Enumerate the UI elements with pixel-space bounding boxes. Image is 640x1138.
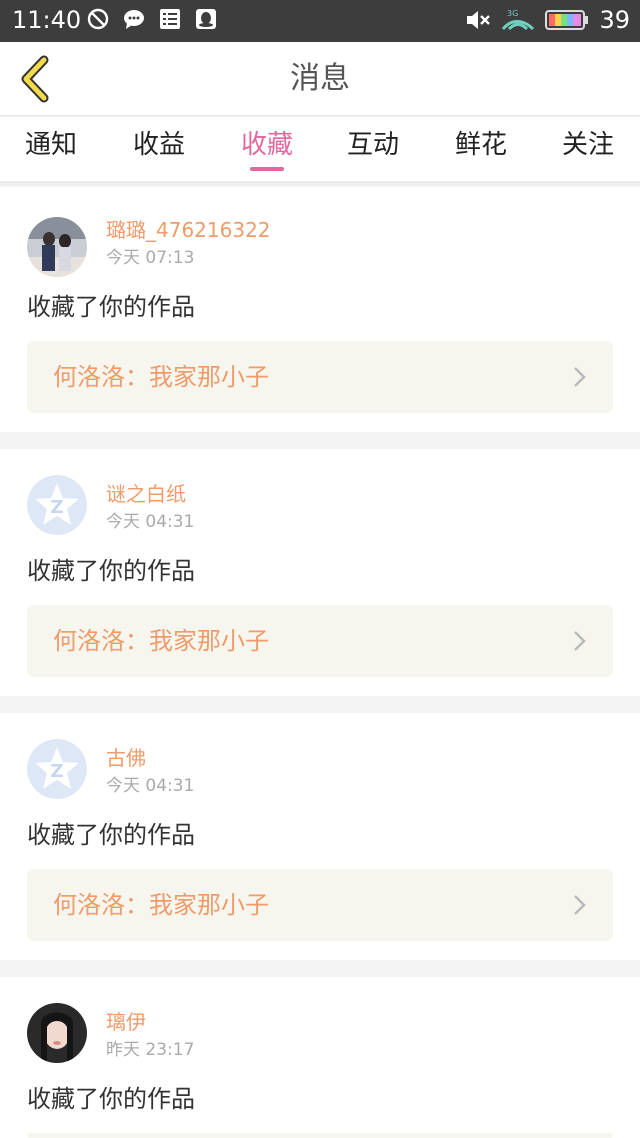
user-avatar[interactable]: Z: [27, 739, 87, 799]
svg-text:Z: Z: [50, 761, 63, 782]
battery-icon: [545, 10, 589, 30]
tab-favorites[interactable]: 收藏: [227, 127, 307, 167]
active-tab-indicator: [250, 167, 284, 171]
tab-notice[interactable]: 通知: [11, 127, 91, 167]
status-notification-icons: [86, 7, 218, 33]
message-card[interactable]: Z 谜之白纸 今天 04:31 收藏了你的作品 何洛洛：我家那小子: [0, 449, 640, 696]
message-action: 收藏了你的作品: [27, 557, 195, 585]
network-3g-icon: 3G: [502, 9, 535, 31]
message-action: 收藏了你的作品: [27, 821, 195, 849]
message-time: 今天 07:13: [106, 248, 195, 268]
work-link[interactable]: 何洛洛：我家那小子: [27, 869, 613, 941]
list-icon: [160, 9, 180, 29]
message-action: 收藏了你的作品: [27, 1085, 195, 1113]
default-qq-avatar-icon: Z: [27, 739, 87, 799]
mute-icon: [467, 11, 491, 29]
message-time: 今天 04:31: [106, 512, 195, 532]
status-system-icons: 3G 39: [465, 5, 630, 35]
work-title: 何洛洛：我家那小子: [53, 891, 269, 919]
page-title: 消息: [290, 61, 350, 96]
work-link[interactable]: 何洛洛：我家那小子: [27, 341, 613, 413]
user-avatar[interactable]: [27, 217, 87, 277]
photo-avatar-icon: [27, 217, 87, 277]
message-time: 今天 04:31: [106, 776, 195, 796]
message-time: 昨天 23:17: [106, 1040, 195, 1060]
message-card[interactable]: 璃伊 昨天 23:17 收藏了你的作品: [0, 977, 640, 1138]
tab-follow[interactable]: 关注: [548, 127, 628, 167]
username[interactable]: 璐璐_476216322: [106, 217, 271, 243]
work-title: 何洛洛：我家那小子: [53, 363, 269, 391]
tab-interaction[interactable]: 互动: [333, 127, 413, 167]
photo-avatar-icon: [27, 1003, 87, 1063]
chevron-right-icon: [574, 895, 586, 915]
message-action: 收藏了你的作品: [27, 293, 195, 321]
username[interactable]: 古佛: [106, 745, 146, 771]
chat-icon: [124, 10, 144, 29]
chevron-right-icon: [574, 367, 586, 387]
tab-bar: 通知 收益 收藏 互动 鲜花 关注: [0, 117, 640, 181]
block-icon: [87, 8, 109, 30]
status-bar: 11:40 3G 39: [0, 0, 640, 42]
work-link[interactable]: [27, 1133, 613, 1138]
user-avatar[interactable]: [27, 1003, 87, 1063]
default-qq-avatar-icon: Z: [27, 475, 87, 535]
work-link[interactable]: 何洛洛：我家那小子: [27, 605, 613, 677]
user-avatar[interactable]: Z: [27, 475, 87, 535]
work-title: 何洛洛：我家那小子: [53, 627, 269, 655]
nav-header: 消息: [0, 42, 640, 116]
chevron-right-icon: [574, 631, 586, 651]
tab-earnings[interactable]: 收益: [119, 127, 199, 167]
tab-flowers[interactable]: 鲜花: [441, 127, 521, 167]
message-card[interactable]: 璐璐_476216322 今天 07:13 收藏了你的作品 何洛洛：我家那小子: [0, 187, 640, 432]
svg-text:Z: Z: [50, 497, 63, 518]
svg-text:3G: 3G: [507, 9, 518, 18]
message-card[interactable]: Z 古佛 今天 04:31 收藏了你的作品 何洛洛：我家那小子: [0, 713, 640, 960]
qq-icon: [196, 9, 216, 29]
battery-level: 39: [599, 6, 630, 34]
username[interactable]: 谜之白纸: [106, 481, 186, 507]
status-time: 11:40: [12, 6, 82, 34]
username[interactable]: 璃伊: [106, 1009, 146, 1035]
